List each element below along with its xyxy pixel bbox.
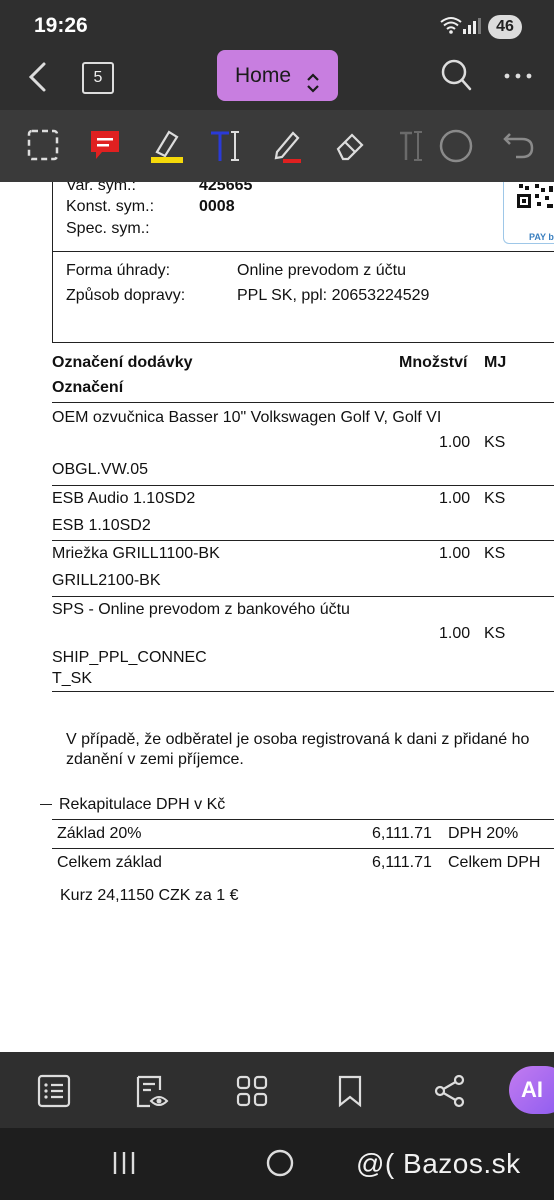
forma-uhrady-value: Online prevodom z účtu: [237, 262, 406, 279]
recap-row-label: Celkem základ: [57, 854, 162, 871]
ai-assistant-button[interactable]: AI: [509, 1066, 554, 1114]
more-dots-icon[interactable]: [503, 64, 533, 93]
select-rect-icon[interactable]: [26, 128, 62, 164]
var-sym-label: Var. sym.:: [66, 182, 136, 194]
shape-circle-icon[interactable]: [438, 128, 474, 164]
divider: [52, 251, 554, 252]
highlighter-icon[interactable]: [149, 128, 185, 164]
bazos-watermark: @( Bazos.sk: [356, 1148, 521, 1179]
item-code: ESB 1.10SD2: [52, 517, 151, 534]
status-time: 19:26: [34, 14, 88, 37]
box-border-left: [52, 182, 53, 342]
back-arrow-icon[interactable]: [24, 60, 52, 99]
item-code-cont: T_SK: [52, 670, 93, 687]
divider: [52, 819, 554, 820]
exchange-rate: Kurz 24,1150 CZK za 1 €: [60, 887, 239, 904]
share-icon[interactable]: [433, 1074, 467, 1108]
items-header-unit: MJ: [484, 354, 507, 371]
recap-row-label: Základ 20%: [57, 825, 142, 842]
divider: [52, 342, 554, 343]
bottom-tool-bar: AI: [0, 1052, 554, 1128]
text-edit-icon[interactable]: [209, 128, 245, 164]
home-circle-icon[interactable]: [264, 1147, 296, 1184]
item-unit: KS: [484, 490, 506, 507]
qr-payment-code: PAY b: [503, 182, 554, 244]
item-name: SPS - Online prevodom z bankového účtu: [52, 601, 350, 618]
comment-icon[interactable]: [88, 128, 124, 164]
eraser-icon[interactable]: [334, 128, 370, 164]
ai-label: AI: [521, 1077, 543, 1102]
cell-signal-icon: [462, 18, 482, 39]
recap-row-value: 6,111.71: [372, 825, 432, 842]
divider: [52, 540, 554, 541]
items-header-designation: Označení dodávky: [52, 354, 193, 371]
qr-pay-label: PAY b: [529, 232, 554, 242]
item-qty: 1.00: [439, 625, 471, 642]
status-bar: 19:26 46: [0, 0, 554, 50]
divider: [52, 848, 554, 849]
item-unit: KS: [484, 434, 506, 451]
text-cursor-icon[interactable]: [396, 128, 432, 164]
divider: [52, 596, 554, 597]
divider: [52, 402, 554, 403]
recents-icon[interactable]: [110, 1150, 138, 1181]
items-header-qty: Množství: [399, 354, 468, 371]
item-code: OBGL.VW.05: [52, 461, 149, 478]
recap-row-tax: Celkem DPH: [448, 854, 541, 871]
grid-icon[interactable]: [235, 1074, 269, 1108]
forma-uhrady-label: Forma úhrady:: [66, 262, 171, 279]
item-code: GRILL2100-BK: [52, 572, 161, 589]
item-code: SHIP_PPL_CONNEC: [52, 649, 207, 666]
pen-icon[interactable]: [271, 128, 307, 164]
item-name: Mriežka GRILL1100-BK: [52, 545, 220, 562]
zpusob-dopravy-label: Způsob dopravy:: [66, 287, 186, 304]
konst-sym-value: 0008: [199, 198, 235, 215]
items-header-sub: Označení: [52, 379, 124, 396]
home-label: Home: [235, 64, 292, 87]
recap-row-value: 6,111.71: [372, 854, 432, 871]
top-nav-bar: 5 Home: [0, 50, 554, 110]
document-view-icon[interactable]: [134, 1074, 169, 1108]
vat-note-cont: zdanění v zemi příjemce.: [66, 751, 244, 768]
item-name: ESB Audio 1.10SD2: [52, 490, 196, 507]
document-page: Var. sym.: 425665 Konst. sym.: 0008 Spec…: [0, 182, 554, 1052]
annotation-toolbar: [0, 110, 554, 182]
divider: [52, 691, 554, 692]
item-unit: KS: [484, 625, 506, 642]
item-unit: KS: [484, 545, 506, 562]
var-sym-value: 425665: [199, 182, 253, 194]
search-icon[interactable]: [440, 58, 472, 97]
vat-note: V případě, že odběratel je osoba registr…: [66, 731, 530, 748]
battery-icon: 46: [488, 15, 522, 39]
zpusob-dopravy-value: PPL SK, ppl: 20653224529: [237, 287, 430, 304]
item-qty: 1.00: [439, 490, 471, 507]
item-qty: 1.00: [439, 434, 471, 451]
home-dropdown-button[interactable]: Home: [217, 50, 338, 101]
item-qty: 1.00: [439, 545, 471, 562]
chevron-updown-icon: [305, 63, 321, 114]
divider: [52, 485, 554, 486]
konst-sym-label: Konst. sym.:: [66, 198, 155, 215]
recap-title: Rekapitulace DPH v Kč: [59, 796, 226, 813]
system-navigation-bar: @( Bazos.sk: [0, 1128, 554, 1200]
bookmark-icon[interactable]: [335, 1074, 369, 1108]
page-count-button[interactable]: 5: [82, 62, 114, 94]
recap-row-tax: DPH 20%: [448, 825, 519, 842]
list-icon[interactable]: [37, 1074, 71, 1108]
item-name: OEM ozvučnica Basser 10" Volkswagen Golf…: [52, 409, 442, 426]
recap-dash: [40, 804, 52, 805]
undo-icon[interactable]: [502, 128, 538, 164]
spec-sym-label: Spec. sym.:: [66, 220, 150, 237]
wifi-icon: [440, 16, 462, 39]
